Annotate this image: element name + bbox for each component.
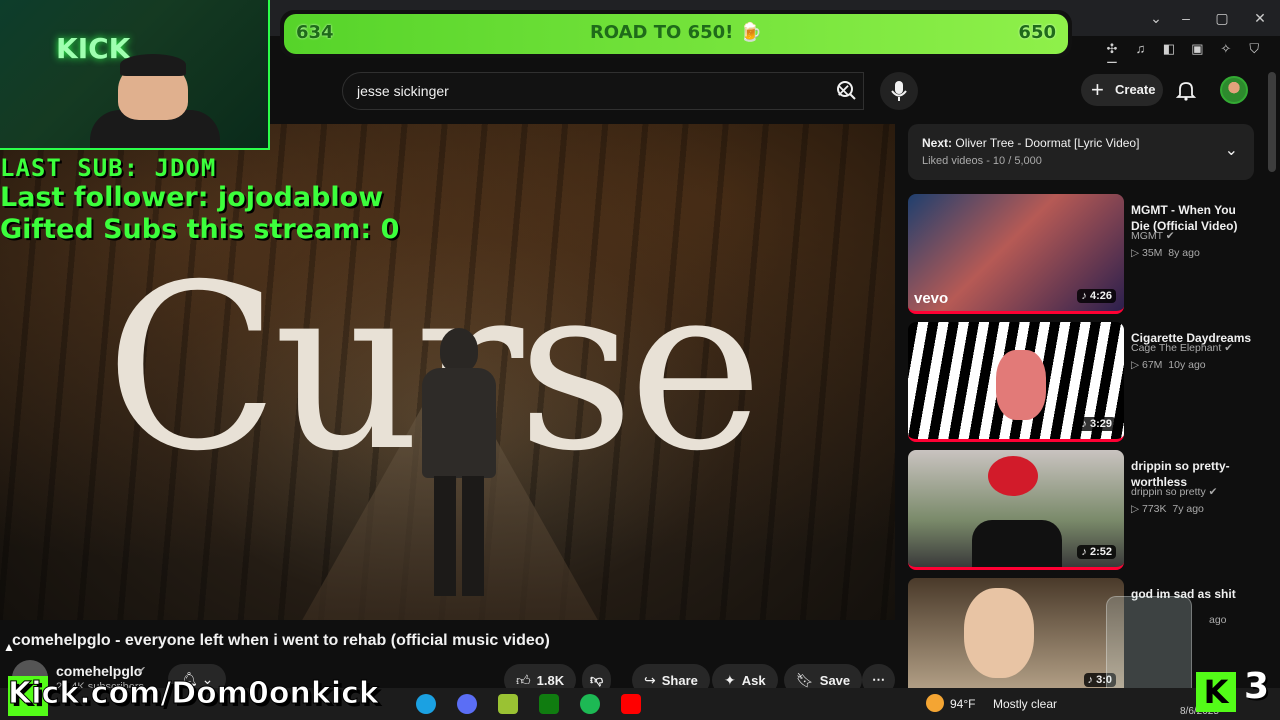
thumbs-down-icon: 👎︎ — [590, 672, 604, 687]
video-title: comehelpglo - everyone left when i went … — [12, 632, 550, 649]
youtube-icon[interactable] — [621, 694, 641, 714]
video-thumbnail[interactable]: ♪ 2:52 — [908, 450, 1124, 570]
sparkle-icon: ✦ — [724, 672, 736, 688]
search-icon — [837, 81, 856, 100]
duration-badge: ♪ 2:52 — [1077, 545, 1116, 559]
minimize-icon[interactable]: – — [1174, 8, 1198, 28]
kick-url: Kick.com/Dom0onkick — [8, 676, 380, 712]
scrollbar[interactable] — [1268, 72, 1276, 172]
kick-neon-sign: KICK — [56, 32, 131, 65]
video-figure — [418, 328, 500, 602]
stream-stats-overlay: LAST SUB: JDOM Last follower: jojodablow… — [0, 154, 400, 246]
duration-badge: ♪ 4:26 — [1077, 289, 1116, 303]
recommendation-meta: ago — [1209, 614, 1227, 626]
recommendation-channel[interactable]: drippin so pretty ✔ — [1131, 486, 1217, 498]
chevron-down-icon[interactable]: ⌄ — [1225, 140, 1238, 160]
bookmark-icon: 🔖︎ — [796, 672, 814, 688]
recommendation-meta: ▷ 35M 8y ago — [1131, 247, 1200, 259]
chrome-icon[interactable] — [457, 694, 477, 714]
gifted-subs: Gifted Subs this stream: 0 — [0, 214, 400, 245]
recommendation-item[interactable]: ♪ 2:52 drippin so pretty- worthless drip… — [908, 450, 1258, 574]
thumbs-up-icon: 👍︎ — [516, 672, 531, 688]
search-input[interactable]: jesse sickinger ✕ — [342, 72, 864, 110]
video-thumbnail[interactable]: vevo ♪ 4:26 — [908, 194, 1124, 314]
vevo-logo: vevo — [914, 290, 949, 307]
search-button[interactable] — [826, 72, 866, 110]
share-label: Share — [661, 673, 698, 688]
weather-icon[interactable] — [926, 694, 944, 712]
maximize-icon[interactable]: ▢ — [1210, 8, 1234, 28]
sub-goal-progress-bar: 634 ROAD TO 650! 🍺 650 — [284, 14, 1068, 54]
mic-icon — [891, 81, 907, 101]
video-thumbnail[interactable]: ♪ 3:0 — [908, 578, 1124, 698]
edge-icon[interactable] — [416, 694, 436, 714]
ask-label: Ask — [741, 673, 766, 688]
close-icon[interactable]: ✕ — [1248, 8, 1272, 28]
up-next-playlist: Liked videos - 10 / 5,000 — [922, 155, 1042, 167]
create-button[interactable]: + Create — [1081, 74, 1163, 106]
kick-logo: K — [1196, 672, 1236, 712]
recommendation-item[interactable]: vevo ♪ 4:26 MGMT - When You Die (Officia… — [908, 194, 1258, 318]
media-icon[interactable]: ♫ — [1131, 40, 1149, 58]
more-icon: ⋯ — [872, 672, 885, 687]
up-next-panel[interactable]: Next: Oliver Tree - Doormat [Lyric Video… — [908, 124, 1254, 180]
recommendation-item[interactable]: ♪ 3:29 Cigarette Daydreams Cage The Elep… — [908, 322, 1258, 446]
search-query[interactable]: jesse sickinger — [357, 83, 449, 99]
extensions-icon[interactable]: ✣ — [1103, 40, 1121, 58]
up-next-title: Next: Oliver Tree - Doormat [Lyric Video… — [922, 136, 1140, 150]
last-sub: LAST SUB: JDOM — [0, 154, 217, 182]
duration-badge: ♪ 3:29 — [1077, 417, 1116, 431]
recommendation-meta: ▷ 773K 7y ago — [1131, 503, 1204, 515]
collections-icon[interactable]: ▣ — [1188, 40, 1206, 58]
goal-end: 650 — [1018, 22, 1056, 43]
recommendation-channel[interactable]: MGMT ✔ — [1131, 230, 1175, 242]
voice-search-button[interactable] — [880, 72, 918, 110]
copilot-icon[interactable]: ✧ — [1217, 40, 1235, 58]
notifications-button[interactable] — [1174, 78, 1198, 102]
xbox-icon[interactable] — [539, 694, 559, 714]
like-count: 1.8K — [536, 673, 565, 688]
shield-icon[interactable]: ⛉ — [1245, 40, 1263, 58]
create-label: Create — [1115, 82, 1156, 97]
share-icon: ↪ — [644, 672, 656, 688]
plus-icon: + — [1091, 77, 1104, 102]
save-label: Save — [819, 673, 851, 688]
goal-label: ROAD TO 650! 🍺 — [589, 22, 763, 43]
account-avatar[interactable] — [1220, 76, 1248, 104]
video-thumbnail[interactable]: ♪ 3:29 — [908, 322, 1124, 442]
bell-icon — [1175, 82, 1197, 101]
weather-temp[interactable]: 94°F — [950, 697, 975, 711]
chevron-down-icon[interactable]: ⌄ — [1144, 8, 1168, 28]
app-icon[interactable] — [498, 694, 518, 714]
weather-condition[interactable]: Mostly clear — [993, 697, 1057, 711]
kick-count: 3 — [1244, 666, 1270, 707]
sub-goal-banner: 634 ROAD TO 650! 🍺 650 — [280, 10, 1072, 58]
recommendation-meta: ▷ 67M 10y ago — [1131, 359, 1206, 371]
browser-toolbar: ✣ ♫ ◧ ▣ ✧ ⛉ ☰ — [1100, 40, 1280, 74]
spotify-icon[interactable] — [580, 694, 600, 714]
streamer-webcam: KICK — [0, 0, 270, 150]
recommendation-channel[interactable]: Cage The Elephant ✔ — [1131, 342, 1233, 354]
last-follower: Last follower: jojodablow — [0, 182, 384, 213]
sidebar-icon[interactable]: ◧ — [1160, 40, 1178, 58]
